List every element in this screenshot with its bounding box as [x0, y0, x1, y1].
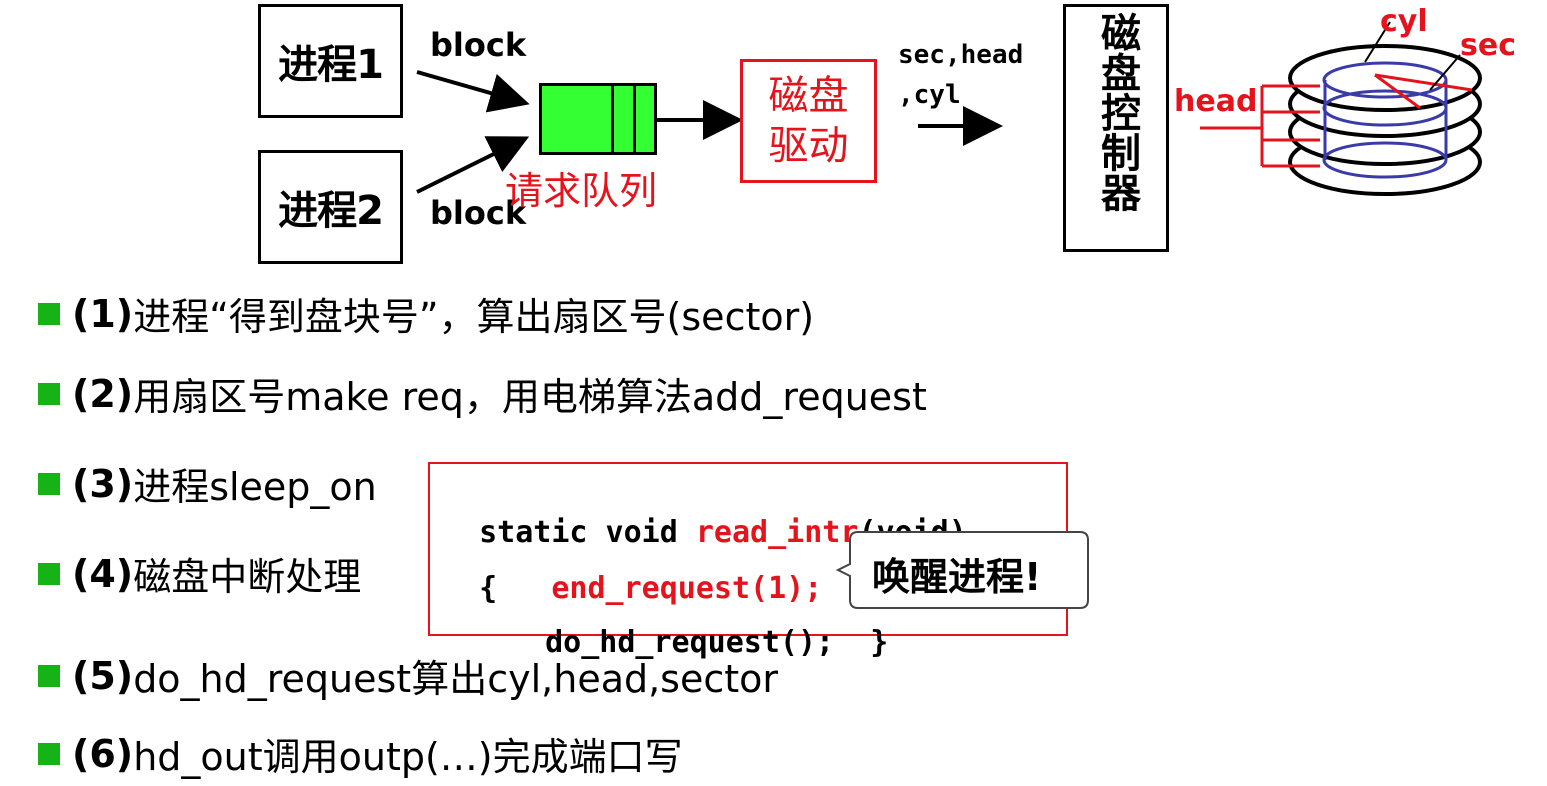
step-6-num: (6): [72, 731, 134, 776]
bullet-square-icon: [38, 664, 60, 687]
step-2-num: (2): [72, 371, 134, 416]
disk-sec-label: sec: [1460, 28, 1516, 63]
sec-head-label: sec,head: [898, 40, 1024, 70]
step-1-num: (1): [72, 291, 134, 336]
step-4-text: 磁盘中断处理: [133, 555, 362, 599]
code-brace-close: }: [870, 625, 889, 660]
bullet-square-icon: [38, 742, 60, 765]
disk-driver-line2: 驱动: [768, 123, 849, 169]
bullet-square-icon: [38, 472, 60, 495]
step-1: (1) 进程“得到盘块号”，算出扇区号(sector): [38, 286, 814, 341]
request-queue: [539, 83, 657, 155]
step-3: (3) 进程sleep_on: [38, 456, 377, 511]
step-3-text: 进程sleep_on: [133, 465, 377, 509]
step-1-text: 进程“得到盘块号”，算出扇区号(sector): [133, 295, 815, 339]
disk-cyl-label: cyl: [1380, 4, 1428, 39]
disk-controller-label: 磁盘控制器: [1094, 12, 1140, 212]
arrow-process1-to-queue: [416, 70, 530, 113]
step-5-num: (5): [72, 653, 134, 698]
code-do-hd-request: do_hd_request();: [545, 625, 835, 660]
disk-driver-box: 磁盘 驱动: [740, 59, 877, 183]
step-4: (4) 磁盘中断处理: [38, 546, 361, 601]
bullet-square-icon: [38, 562, 60, 585]
bullet-square-icon: [38, 382, 60, 405]
callout-text: 唤醒进程!: [872, 555, 1042, 599]
code-brace-open: {: [479, 571, 498, 606]
disk-head-label: head: [1174, 84, 1258, 119]
step-2: (2) 用扇区号make req，用电梯算法add_request: [38, 366, 927, 421]
step-6: (6) hd_out调用outp(…)完成端口写: [38, 726, 683, 781]
step-4-num: (4): [72, 551, 134, 596]
disk-driver-line1: 磁盘: [768, 73, 849, 119]
queue-label: 请求队列: [505, 169, 658, 213]
step-2-text: 用扇区号make req，用电梯算法add_request: [133, 375, 927, 419]
step-6-text: hd_out调用outp(…)完成端口写: [133, 735, 683, 779]
cyl-label: ,cyl: [898, 80, 961, 110]
bullet-square-icon: [38, 302, 60, 325]
step-3-num: (3): [72, 461, 134, 506]
